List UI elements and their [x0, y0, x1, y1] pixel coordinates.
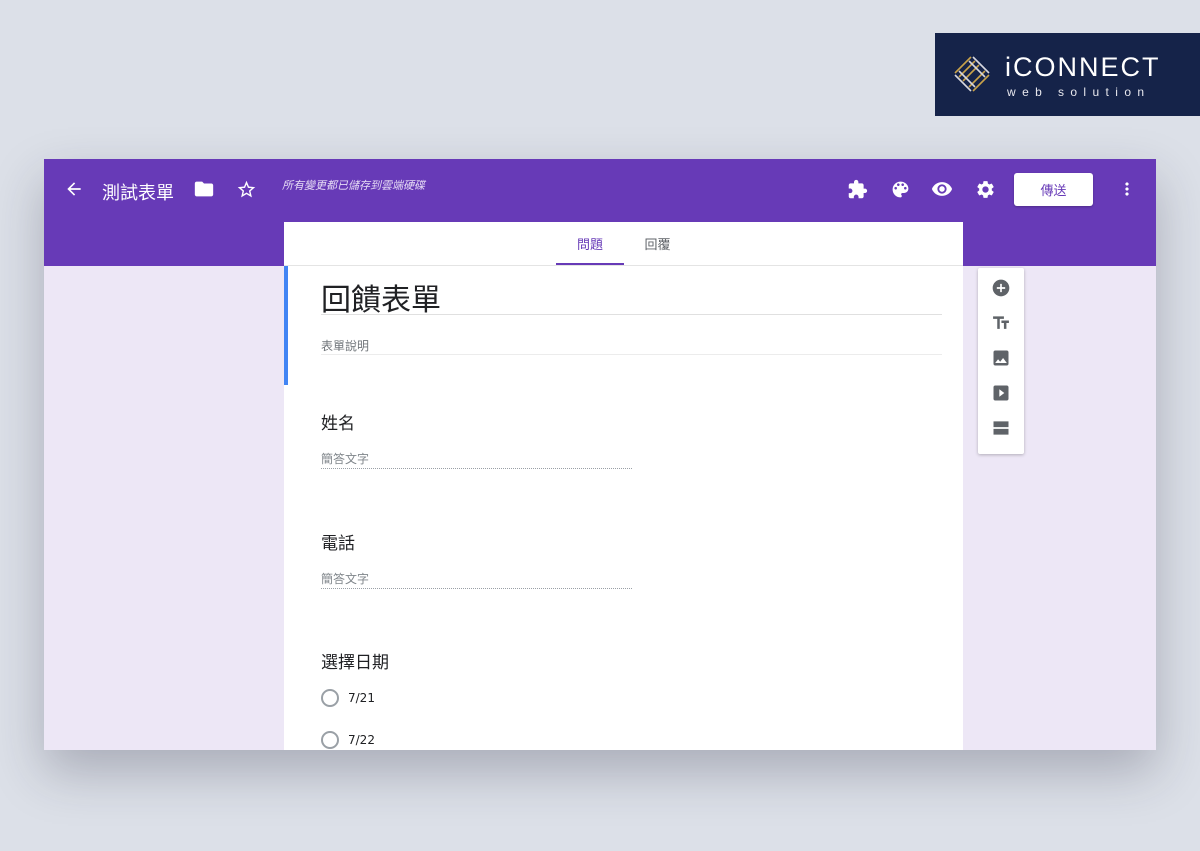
- add-image-button[interactable]: [989, 346, 1013, 370]
- choice-option-label: 7/22: [348, 733, 375, 747]
- folder-icon: [194, 181, 214, 197]
- image-icon: [993, 350, 1009, 366]
- more-options-button[interactable]: [1115, 177, 1139, 201]
- question-title[interactable]: 電話: [321, 529, 355, 554]
- puzzle-icon: [848, 179, 867, 198]
- iconnect-logo: iCONNECT web solution: [935, 33, 1200, 116]
- gear-icon: [976, 180, 994, 198]
- arrow-back-icon: [67, 182, 81, 196]
- send-button[interactable]: 傳送: [1014, 173, 1093, 206]
- logo-tagline: web solution: [1007, 85, 1151, 99]
- add-section-button[interactable]: [989, 416, 1013, 440]
- radio-button[interactable]: [321, 689, 339, 707]
- back-button[interactable]: [62, 177, 86, 201]
- question-title[interactable]: 姓名: [321, 409, 355, 434]
- short-answer-underline: [321, 588, 632, 589]
- palette-icon: [892, 181, 908, 197]
- star-icon: [237, 180, 255, 197]
- logo-brand-text: iCONNECT: [1005, 52, 1161, 82]
- add-circle-icon: [992, 279, 1010, 297]
- preview-button[interactable]: [930, 177, 954, 201]
- form-description-input[interactable]: 表單說明: [321, 337, 369, 354]
- tab-questions[interactable]: 問題: [556, 222, 624, 265]
- section-icon: [993, 421, 1009, 435]
- save-status-text: 所有變更都已儲存到雲端硬碟: [282, 179, 425, 192]
- theme-button[interactable]: [888, 177, 912, 201]
- addons-button[interactable]: [845, 177, 869, 201]
- active-section-indicator: [284, 266, 288, 385]
- video-icon: [993, 385, 1009, 401]
- short-answer-placeholder: 簡答文字: [321, 572, 370, 586]
- move-to-folder-button[interactable]: [192, 177, 216, 201]
- tab-responses[interactable]: 回覆: [624, 222, 691, 265]
- choice-option-label: 7/21: [348, 691, 375, 705]
- description-underline: [321, 354, 942, 355]
- form-editor-card: 回饋表單 表單說明 姓名 簡答文字 電話 簡答文字 選擇日期 7/21 7/22: [284, 266, 963, 750]
- radio-button[interactable]: [321, 731, 339, 749]
- add-video-button[interactable]: [989, 381, 1013, 405]
- forms-window: 測試表單 所有變更都已儲存到雲端硬碟 傳送 問題 回覆 回饋表單 表單說明 姓名…: [44, 159, 1156, 750]
- logo-mark-icon: [954, 56, 990, 92]
- eye-icon: [931, 182, 953, 196]
- form-title-input[interactable]: 回饋表單: [321, 275, 441, 319]
- form-name[interactable]: 測試表單: [102, 179, 174, 205]
- settings-button[interactable]: [973, 177, 997, 201]
- editor-tabs: 問題 回覆: [284, 222, 963, 266]
- title-text-icon: [993, 316, 1009, 329]
- question-title[interactable]: 選擇日期: [321, 648, 389, 673]
- floating-toolbar: [978, 268, 1024, 454]
- choice-option[interactable]: 7/22: [321, 730, 375, 750]
- add-title-button[interactable]: [989, 311, 1013, 335]
- star-button[interactable]: [234, 177, 258, 201]
- short-answer-placeholder: 簡答文字: [321, 452, 370, 466]
- add-question-button[interactable]: [989, 276, 1013, 300]
- short-answer-underline: [321, 468, 632, 469]
- title-underline: [321, 314, 942, 315]
- more-vert-icon: [1125, 182, 1129, 196]
- choice-option[interactable]: 7/21: [321, 688, 375, 708]
